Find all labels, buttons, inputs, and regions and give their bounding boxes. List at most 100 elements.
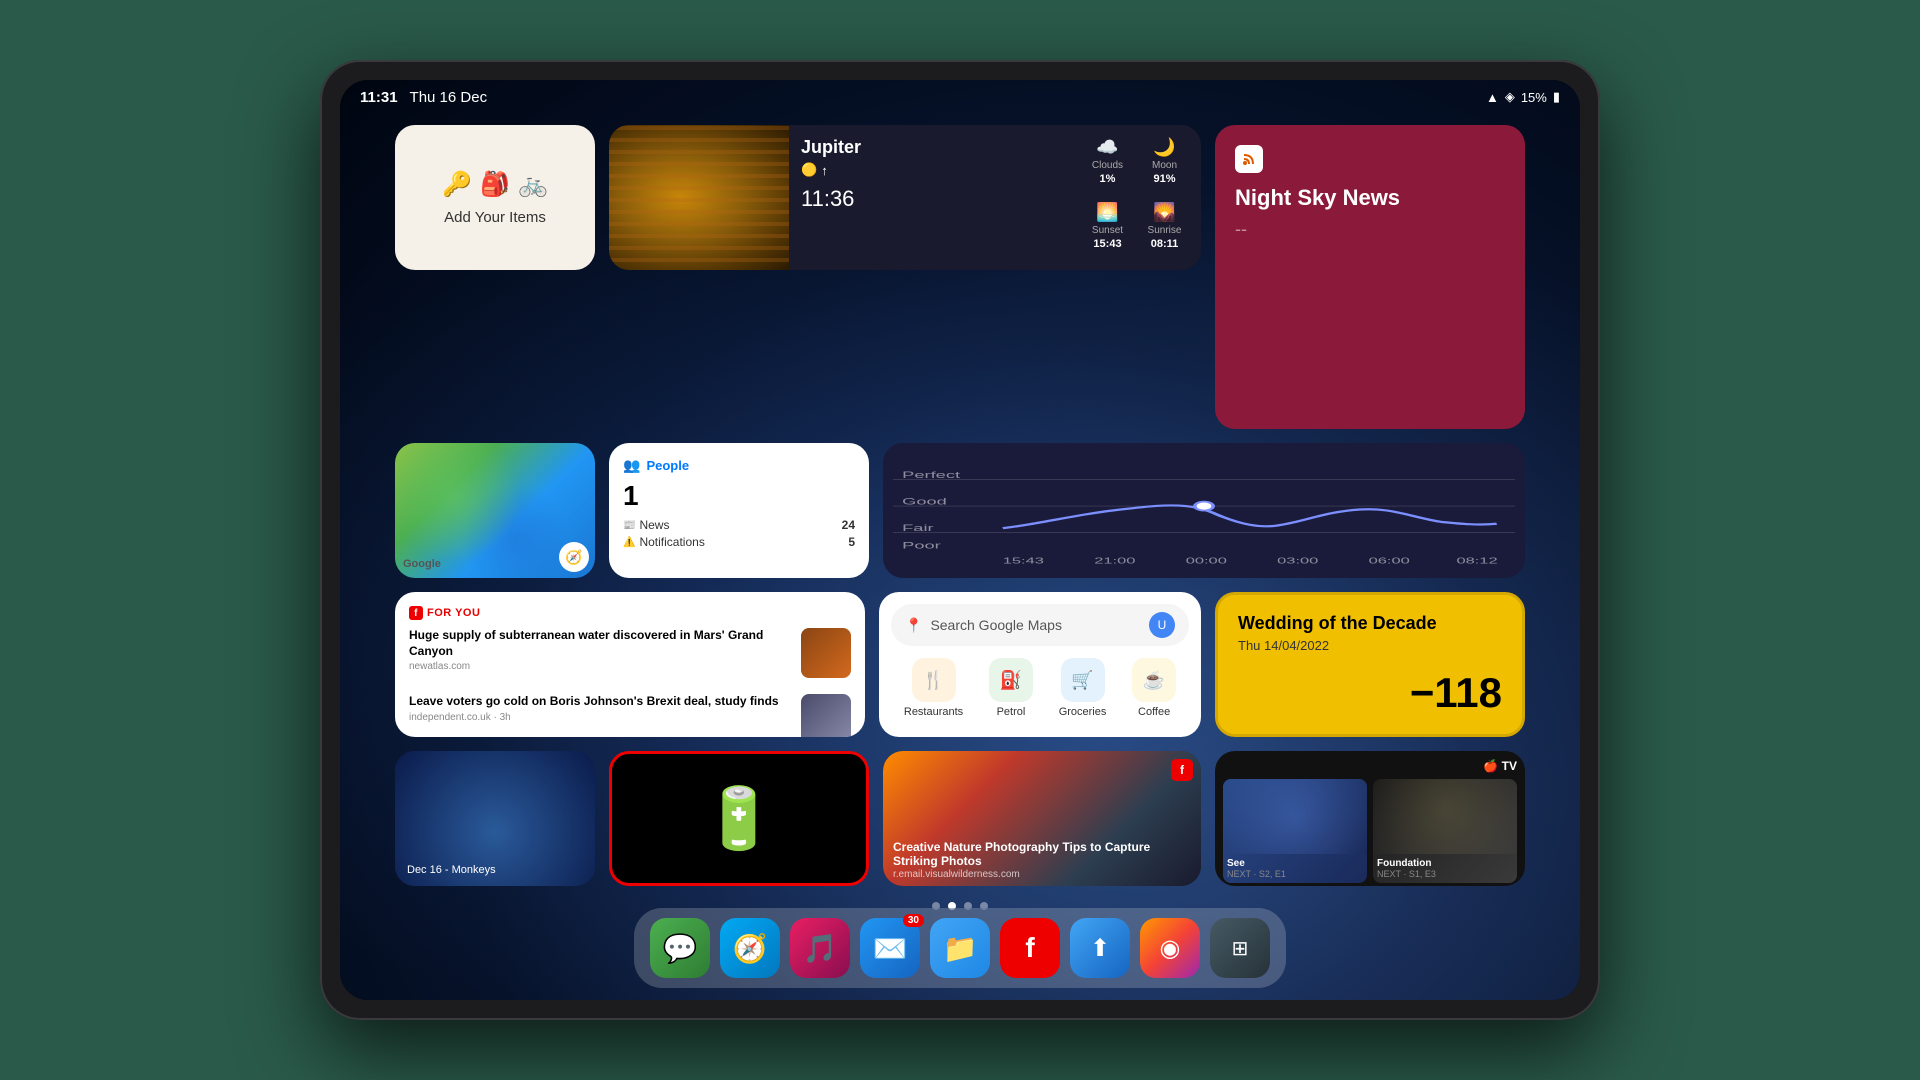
dock-app-screenshotplus[interactable]: ⊞ bbox=[1210, 918, 1270, 978]
widget-night-sky[interactable]: Night Sky News -- bbox=[1215, 125, 1525, 429]
svg-text:03:00: 03:00 bbox=[1277, 556, 1318, 565]
sunrise-condition: 🌄 Sunrise 08:11 bbox=[1140, 202, 1189, 259]
temp-arrow: ↑ bbox=[821, 163, 828, 178]
bag-icon: 🎒 bbox=[480, 170, 510, 199]
svg-text:Good: Good bbox=[902, 497, 947, 507]
wifi-icon: ▲ bbox=[1486, 90, 1499, 105]
mail-icon: ✉️ bbox=[873, 932, 908, 965]
music-icon: 🎵 bbox=[803, 932, 838, 965]
dock-app-messages[interactable]: 💬 bbox=[650, 918, 710, 978]
widget-calendar[interactable]: Wedding of the Decade Thu 14/04/2022 −11… bbox=[1215, 592, 1525, 737]
dock: 💬 🧭 🎵 ✉️ 30 📁 f ⬆ ◉ bbox=[634, 908, 1286, 988]
appstore-icon: ⬆ bbox=[1090, 934, 1110, 963]
status-time: 11:31 bbox=[360, 89, 398, 106]
jupiter-time: 11:36 bbox=[801, 186, 1059, 212]
svg-text:08:12: 08:12 bbox=[1456, 556, 1497, 565]
maps-categories: 🍴 Restaurants ⛽ Petrol 🛒 Groceries ☕ bbox=[891, 658, 1189, 718]
widget-add-items[interactable]: 🔑 🎒 🚲 Add Your Items bbox=[395, 125, 595, 270]
screenshotplus-icon: ⊞ bbox=[1232, 936, 1249, 961]
dock-app-safari[interactable]: 🧭 bbox=[720, 918, 780, 978]
svg-text:Fair: Fair bbox=[902, 523, 934, 533]
dock-app-music[interactable]: 🎵 bbox=[790, 918, 850, 978]
rss-icon bbox=[1235, 145, 1263, 173]
svg-text:21:00: 21:00 bbox=[1094, 556, 1135, 565]
appletv-show-see[interactable]: See NEXT · S2, E1 bbox=[1223, 779, 1367, 883]
calendar-countdown: −118 bbox=[1238, 669, 1502, 717]
dock-app-appstore[interactable]: ⬆ bbox=[1070, 918, 1130, 978]
widget-health[interactable]: Perfect Good Fair Poor 15:43 21:00 00:00… bbox=[883, 443, 1525, 578]
safari-icon: 🧭 bbox=[733, 932, 768, 965]
appletv-logo: 🍎 TV bbox=[1483, 759, 1517, 773]
widget-maps-small[interactable]: Google 🧭 bbox=[395, 443, 595, 578]
dock-app-mail[interactable]: ✉️ 30 bbox=[860, 918, 920, 978]
people-label: People bbox=[646, 458, 689, 473]
sunset-value: 15:43 bbox=[1093, 238, 1121, 250]
widget-nature[interactable]: f Creative Nature Photography Tips to Ca… bbox=[883, 751, 1201, 886]
show-see-next: NEXT · S2, E1 bbox=[1227, 869, 1363, 879]
messages-icon: 💬 bbox=[663, 932, 698, 965]
appletv-header: 🍎 TV bbox=[1223, 759, 1517, 773]
clouds-label: Clouds bbox=[1092, 160, 1123, 171]
status-icons: ▲ ◈ 15% ▮ bbox=[1486, 89, 1560, 105]
moon-condition: 🌙 Moon 91% bbox=[1140, 137, 1189, 194]
maps-direction-btn[interactable]: 🧭 bbox=[559, 542, 589, 572]
sunrise-label: Sunrise bbox=[1148, 225, 1182, 236]
news-thumb-1 bbox=[801, 628, 851, 678]
widget-appletv[interactable]: 🍎 TV See NEXT · S2, E1 bbox=[1215, 751, 1525, 886]
widget-jupiter[interactable]: Jupiter 🟡 ↑ 11:36 ☁️ Clouds 1% bbox=[609, 125, 1201, 270]
jupiter-info: Jupiter 🟡 ↑ 11:36 bbox=[789, 125, 1071, 270]
add-items-icons: 🔑 🎒 🚲 bbox=[442, 170, 548, 199]
notif-label: ⚠️ Notifications bbox=[623, 535, 705, 549]
bike-icon: 🚲 bbox=[518, 170, 548, 199]
moon-icon: 🌙 bbox=[1153, 137, 1175, 158]
news-count: 24 bbox=[842, 518, 855, 532]
maps-category-restaurant[interactable]: 🍴 Restaurants bbox=[904, 658, 963, 718]
moon-label: Moon bbox=[1152, 160, 1177, 171]
maps-category-coffee[interactable]: ☕ Coffee bbox=[1132, 658, 1176, 718]
dock-app-flipboard[interactable]: f bbox=[1000, 918, 1060, 978]
jupiter-conditions: ☁️ Clouds 1% 🌙 Moon 91% 🌅 Sunset 1 bbox=[1071, 125, 1201, 270]
jupiter-location: Jupiter bbox=[801, 137, 1059, 158]
mail-badge: 30 bbox=[903, 914, 924, 927]
widget-people[interactable]: 👥 People 1 📰 News 24 ⚠️ N bbox=[609, 443, 869, 578]
widget-battery[interactable]: 🔋 bbox=[609, 751, 869, 886]
jupiter-temp: 🟡 ↑ bbox=[801, 162, 1059, 178]
widget-row-4: Dec 16 - Monkeys 🔋 f Creative Nature Pho… bbox=[395, 751, 1525, 886]
appletv-show-foundation[interactable]: Foundation NEXT · S1, E3 bbox=[1373, 779, 1517, 883]
notif-dot: ⚠️ bbox=[623, 537, 635, 548]
people-news-item: 📰 News 24 bbox=[623, 518, 855, 532]
widget-row-2: Google 🧭 👥 People 1 📰 News bbox=[395, 443, 1525, 578]
files-icon: 📁 bbox=[943, 932, 978, 965]
sun-icon: 🟡 bbox=[801, 162, 817, 178]
widget-news[interactable]: f FOR YOU Huge supply of subterranean wa… bbox=[395, 592, 865, 737]
flipboard-small-icon: f bbox=[409, 606, 423, 620]
clouds-condition: ☁️ Clouds 1% bbox=[1083, 137, 1132, 194]
restaurant-icon: 🍴 bbox=[912, 658, 956, 702]
coffee-icon: ☕ bbox=[1132, 658, 1176, 702]
grocery-label: Groceries bbox=[1059, 706, 1107, 718]
news-thumb-2 bbox=[801, 694, 851, 737]
dock-app-files[interactable]: 📁 bbox=[930, 918, 990, 978]
news-article-2[interactable]: Leave voters go cold on Boris Johnson's … bbox=[409, 694, 851, 737]
add-items-label: Add Your Items bbox=[444, 209, 546, 226]
dock-app-colors[interactable]: ◉ bbox=[1140, 918, 1200, 978]
maps-category-petrol[interactable]: ⛽ Petrol bbox=[989, 658, 1033, 718]
people-icon: 👥 bbox=[623, 457, 640, 474]
flipboard-badge: f bbox=[1171, 759, 1193, 781]
people-header: 👥 People bbox=[623, 457, 855, 474]
news-headline-1: Huge supply of subterranean water discov… bbox=[409, 628, 791, 659]
news-headline-2: Leave voters go cold on Boris Johnson's … bbox=[409, 694, 791, 710]
maps-category-groceries[interactable]: 🛒 Groceries bbox=[1059, 658, 1107, 718]
maps-search-bar[interactable]: 📍 Search Google Maps U bbox=[891, 604, 1189, 646]
svg-text:Poor: Poor bbox=[902, 541, 941, 551]
maps-thumbnail: Google 🧭 bbox=[395, 443, 595, 578]
battery-text: 15% bbox=[1521, 90, 1547, 105]
sunset-condition: 🌅 Sunset 15:43 bbox=[1083, 202, 1132, 259]
calendar-event-title: Wedding of the Decade bbox=[1238, 613, 1502, 634]
widget-reminder[interactable]: Dec 16 - Monkeys bbox=[395, 751, 595, 886]
show-see-title: See bbox=[1227, 858, 1363, 869]
widget-maps-search[interactable]: 📍 Search Google Maps U 🍴 Restaurants ⛽ P… bbox=[879, 592, 1201, 737]
news-article-1[interactable]: Huge supply of subterranean water discov… bbox=[409, 628, 851, 678]
nature-title: Creative Nature Photography Tips to Capt… bbox=[893, 840, 1191, 868]
battery-icon: ▮ bbox=[1553, 89, 1560, 105]
